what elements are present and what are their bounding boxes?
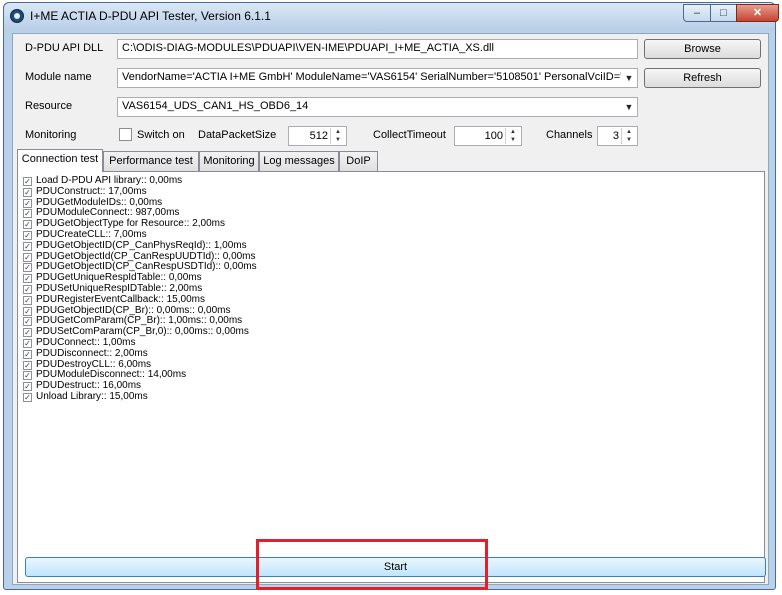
spin-arrows-icon[interactable]: ▲ ▼ [505, 128, 520, 144]
collect-timeout-spinner[interactable]: 100 ▲ ▼ [454, 126, 522, 146]
module-name-label: Module name [25, 71, 92, 83]
main-panel: D-PDU API DLL C:\ODIS-DIAG-MODULES\PDUAP… [12, 33, 769, 585]
spin-arrows-icon[interactable]: ▲ ▼ [330, 128, 345, 144]
check-icon[interactable]: ✓ [23, 306, 32, 316]
list-item-label: PDUSetUniqueRespIDTable:: 2,00ms [36, 282, 203, 294]
tab-monitoring[interactable]: Monitoring [199, 151, 259, 171]
list-item-label: Unload Library:: 15,00ms [36, 390, 148, 402]
list-item-label: PDUConstruct:: 17,00ms [36, 185, 147, 197]
list-item-label: PDUSetComParam(CP_Br,0):: 0,00ms:: 0,00m… [36, 326, 249, 338]
check-icon[interactable]: ✓ [23, 360, 32, 370]
title-bar[interactable]: I+ME ACTIA D-PDU API Tester, Version 6.1… [4, 3, 779, 31]
list-item-label: PDUDisconnect:: 2,00ms [36, 347, 148, 359]
channels-spinner[interactable]: 3 ▲ ▼ [597, 126, 638, 146]
tab-doip[interactable]: DoIP [339, 151, 378, 171]
list-item-label: PDUDestroyCLL:: 6,00ms [36, 358, 152, 370]
module-name-select[interactable]: VendorName='ACTIA I+ME GmbH' ModuleName=… [117, 68, 638, 88]
list-item-label: PDUGetObjectID(CP_Br):: 0,00ms:: 0,00ms [36, 304, 231, 316]
list-item-label: PDUGetObjectType for Resource:: 2,00ms [36, 218, 225, 230]
results-list: ✓ Load D-PDU API library:: 0,00ms ✓ PDUCons… [23, 175, 257, 403]
collect-timeout-label: CollectTimeout [373, 129, 446, 141]
check-icon[interactable]: ✓ [23, 328, 32, 338]
switch-on-label: Switch on [137, 129, 185, 141]
chevron-down-icon[interactable]: ▼ [621, 98, 637, 116]
check-icon[interactable]: ✓ [23, 198, 32, 208]
check-icon[interactable]: ✓ [23, 371, 32, 381]
list-item-label: Load D-PDU API library:: 0,00ms [36, 175, 183, 186]
check-icon[interactable]: ✓ [23, 187, 32, 197]
dll-path-field[interactable]: C:\ODIS-DIAG-MODULES\PDUAPI\VEN-IME\PDUA… [117, 39, 638, 59]
tab-performance-test[interactable]: Performance test [103, 151, 199, 171]
list-item-label: PDUGetUniqueRespIdTable:: 0,00ms [36, 272, 202, 284]
check-icon[interactable]: ✓ [23, 241, 32, 251]
list-item-label: PDUGetObjectId(CP_CanRespUUDTId):: 0,00m… [36, 250, 256, 262]
check-icon[interactable]: ✓ [23, 230, 32, 240]
list-item-label: PDUGetObjectID(CP_CanPhysReqId):: 1,00ms [36, 239, 247, 251]
resource-label: Resource [25, 100, 73, 112]
check-icon[interactable]: ✓ [23, 338, 32, 348]
list-item-label: PDUGetObjectID(CP_CanRespUSDTId):: 0,00m… [36, 261, 257, 273]
channels-label: Channels [546, 129, 593, 141]
close-button[interactable]: ✕ [736, 4, 779, 22]
check-icon[interactable]: ✓ [23, 295, 32, 305]
refresh-button[interactable]: Refresh [644, 68, 761, 88]
check-icon[interactable]: ✓ [23, 263, 32, 273]
app-logo-icon [10, 9, 24, 23]
list-item-label: PDUModuleDisconnect:: 14,00ms [36, 369, 187, 381]
collect-timeout-value: 100 [484, 130, 503, 142]
list-item-label: PDUModuleConnect:: 987,00ms [36, 207, 180, 219]
list-item-label: PDUConnect:: 1,00ms [36, 336, 136, 348]
highlight-box [256, 539, 488, 590]
dll-label: D-PDU API DLL [25, 42, 104, 54]
spin-arrows-icon[interactable]: ▲ ▼ [621, 128, 636, 144]
data-packet-size-label: DataPacketSize [198, 129, 277, 141]
check-icon[interactable]: ✓ [23, 220, 32, 230]
data-packet-size-spinner[interactable]: 512 ▲ ▼ [288, 126, 347, 146]
check-icon[interactable]: ✓ [23, 209, 32, 219]
check-icon[interactable]: ✓ [23, 274, 32, 284]
window-title: I+ME ACTIA D-PDU API Tester, Version 6.1… [30, 9, 271, 23]
module-name-value: VendorName='ACTIA I+ME GmbH' ModuleName=… [122, 71, 633, 83]
check-icon[interactable]: ✓ [23, 392, 32, 402]
list-item-label: PDUDestruct:: 16,00ms [36, 380, 142, 392]
check-icon[interactable]: ✓ [23, 177, 32, 186]
switch-on-checkbox[interactable] [119, 128, 132, 141]
app-window: I+ME ACTIA D-PDU API Tester, Version 6.1… [3, 2, 779, 590]
connection-test-panel: ✓ Load D-PDU API library:: 0,00ms ✓ PDUCons… [17, 171, 765, 583]
check-icon[interactable]: ✓ [23, 349, 32, 359]
chevron-down-icon[interactable]: ▼ [621, 69, 637, 87]
browse-button[interactable]: Browse [644, 39, 761, 59]
tab-connection-test[interactable]: Connection test [17, 149, 103, 172]
tab-log-messages[interactable]: Log messages [259, 151, 339, 171]
channels-value: 3 [612, 130, 619, 142]
check-icon[interactable]: ✓ [23, 382, 32, 392]
check-icon[interactable]: ✓ [23, 317, 32, 327]
minimize-button[interactable]: – [683, 4, 711, 22]
check-icon[interactable]: ✓ [23, 284, 32, 294]
resource-select[interactable]: VAS6154_UDS_CAN1_HS_OBD6_14 ▼ [117, 97, 638, 117]
list-item-label: PDUCreateCLL:: 7,00ms [36, 228, 147, 240]
monitoring-label: Monitoring [25, 129, 77, 141]
list-item-label: PDURegisterEventCallback:: 15,00ms [36, 293, 205, 305]
list-item-label: PDUGetModuleIDs:: 0,00ms [36, 196, 163, 208]
list-item[interactable]: ✓ Unload Library:: 15,00ms [23, 390, 257, 403]
resource-value: VAS6154_UDS_CAN1_HS_OBD6_14 [122, 100, 309, 112]
list-item-label: PDUGetComParam(CP_Br):: 1,00ms:: 0,00ms [36, 315, 243, 327]
data-packet-size-value: 512 [309, 130, 328, 142]
check-icon[interactable]: ✓ [23, 252, 32, 262]
maximize-button[interactable]: □ [710, 4, 737, 22]
